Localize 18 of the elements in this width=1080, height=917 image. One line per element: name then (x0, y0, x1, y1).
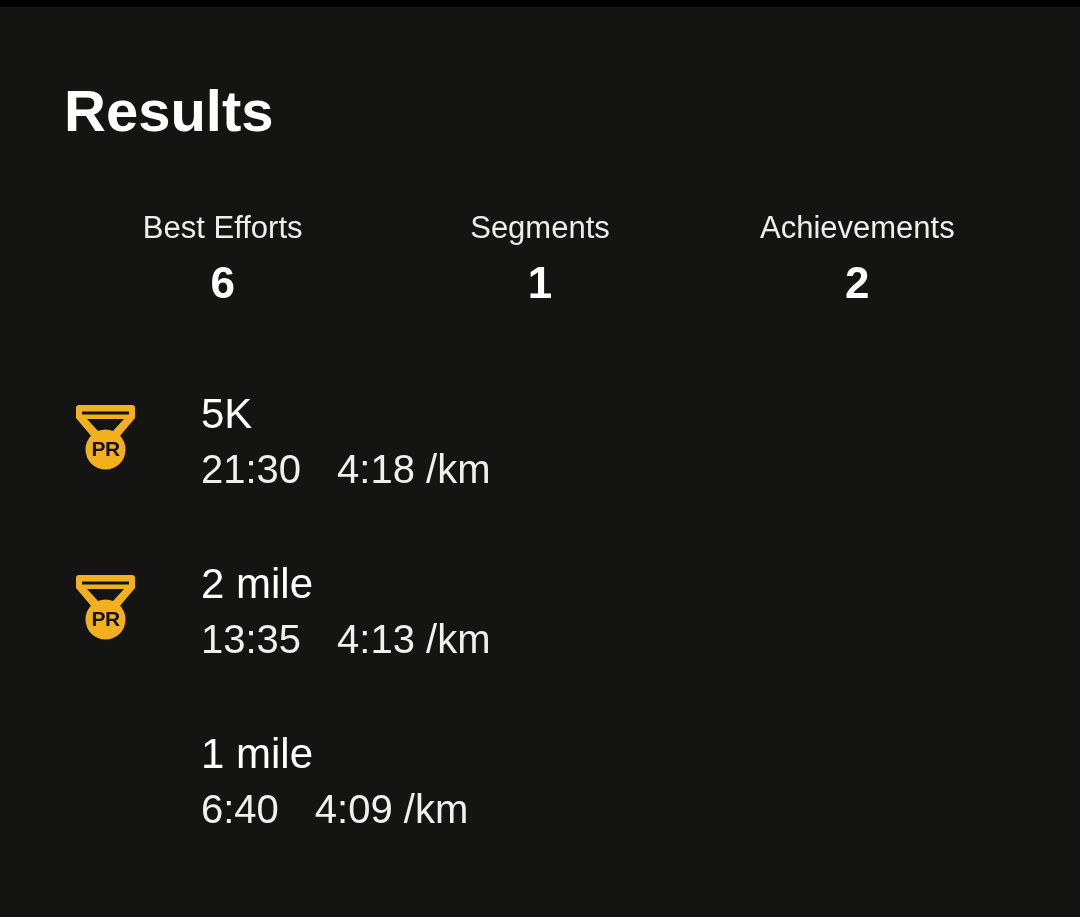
stat-label: Achievements (759, 212, 955, 243)
effort-name: 5K (201, 393, 253, 435)
effort-pace: 4:18 /km (337, 449, 491, 489)
stat-label: Segments (470, 212, 610, 243)
pr-medal-badge: PR (76, 404, 135, 470)
stat-value: 6 (210, 261, 235, 305)
stat-value: 2 (845, 261, 870, 305)
pr-medal-badge: PR (76, 574, 135, 640)
effort-name: 2 mile (201, 563, 314, 605)
stat-value: 1 (527, 261, 553, 305)
effort-name: 1 mile (201, 733, 314, 775)
effort-pace: 4:09 /km (314, 789, 469, 829)
effort-time: 13:35 (201, 619, 302, 659)
effort-time: 21:30 (201, 449, 302, 489)
results-heading: Results (64, 82, 274, 140)
stat-label: Best Efforts (142, 212, 303, 243)
effort-pace: 4:13 /km (337, 619, 491, 659)
effort-time: 6:40 (201, 789, 279, 829)
